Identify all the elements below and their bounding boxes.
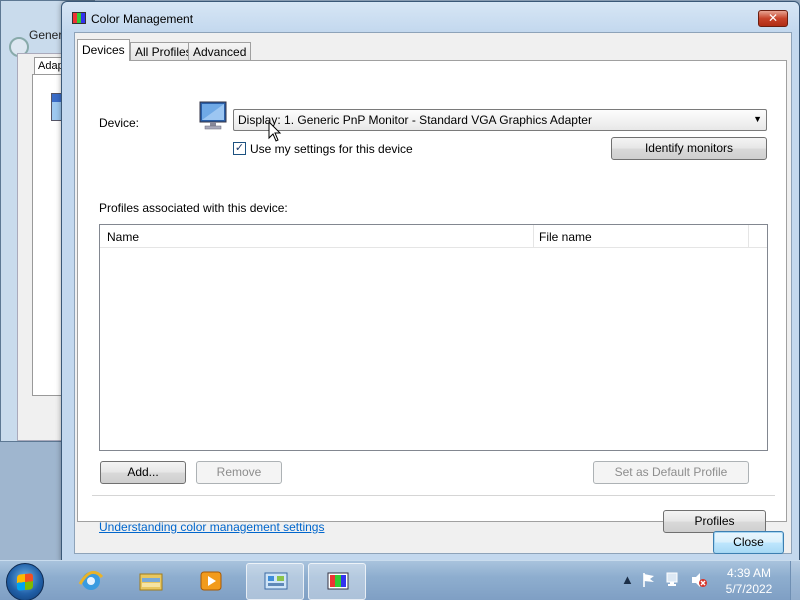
title-bar[interactable]: Color Management ✕ — [62, 2, 799, 32]
divider — [92, 495, 775, 496]
chevron-down-icon[interactable]: ▼ — [753, 114, 762, 124]
close-window-button[interactable]: ✕ — [758, 10, 788, 27]
column-header-name[interactable]: Name — [107, 230, 139, 244]
dialog-title: Color Management — [91, 12, 194, 26]
monitor-icon — [199, 101, 227, 130]
set-default-profile-button[interactable]: Set as Default Profile — [593, 461, 749, 484]
taskbar-windows-explorer[interactable] — [122, 563, 180, 600]
taskbar-control-panel[interactable] — [246, 563, 304, 600]
column-header-file-name[interactable]: File name — [539, 230, 592, 244]
volume-muted-icon[interactable] — [690, 571, 708, 589]
action-center-flag-icon[interactable] — [641, 572, 657, 588]
add-profile-button[interactable]: Add... — [100, 461, 186, 484]
dialog-client-area: Devices All Profiles Advanced Device: Di… — [74, 32, 792, 554]
column-separator[interactable] — [533, 225, 534, 248]
device-select-value: Display: 1. Generic PnP Monitor - Standa… — [238, 113, 592, 127]
show-desktop-button[interactable] — [790, 561, 800, 600]
start-button[interactable] — [6, 563, 44, 600]
clock-time: 4:39 AM — [726, 566, 772, 580]
taskbar-internet-explorer[interactable] — [62, 563, 120, 600]
devices-panel: Device: Display: 1. Generic PnP Monitor … — [77, 60, 787, 534]
clock-date: 5/7/2022 — [725, 582, 773, 596]
tab-devices[interactable]: Devices — [77, 39, 130, 61]
color-management-dialog: Color Management ✕ Devices All Profiles … — [61, 1, 800, 562]
show-hidden-icons-icon[interactable]: ▲ — [621, 572, 634, 587]
mouse-cursor-icon — [268, 121, 282, 142]
device-select[interactable]: Display: 1. Generic PnP Monitor - Standa… — [233, 109, 767, 131]
profiles-button[interactable]: Profiles — [663, 510, 766, 533]
profiles-associated-label: Profiles associated with this device: — [99, 201, 288, 215]
windows-explorer-icon — [139, 573, 163, 591]
color-management-icon — [327, 572, 349, 590]
internet-explorer-icon — [78, 570, 104, 590]
control-panel-icon — [264, 572, 288, 590]
color-management-title-icon — [72, 12, 86, 24]
use-my-settings-checkbox[interactable]: ✓ — [233, 142, 246, 155]
use-my-settings-label[interactable]: Use my settings for this device — [250, 142, 413, 156]
system-clock[interactable]: 4:39 AM 5/7/2022 — [715, 565, 783, 597]
device-label: Device: — [99, 116, 140, 130]
profiles-list-header: Name File name — [100, 225, 767, 248]
media-player-icon — [200, 571, 222, 591]
remove-profile-button[interactable]: Remove — [196, 461, 282, 484]
background-window-title: Generi — [29, 28, 66, 42]
understanding-color-management-link[interactable]: Understanding color management settings — [99, 520, 324, 534]
column-separator[interactable] — [748, 225, 749, 248]
network-icon[interactable] — [665, 571, 683, 589]
taskbar-color-management[interactable] — [308, 563, 366, 600]
tab-all-profiles[interactable]: All Profiles — [130, 42, 197, 60]
windows-logo-icon — [17, 573, 33, 591]
identify-monitors-button[interactable]: Identify monitors — [611, 137, 767, 160]
profiles-list[interactable]: Name File name — [99, 224, 768, 451]
taskbar-media-player[interactable] — [182, 563, 240, 600]
tab-advanced[interactable]: Advanced — [188, 42, 252, 60]
close-dialog-button[interactable]: Close — [713, 531, 784, 554]
